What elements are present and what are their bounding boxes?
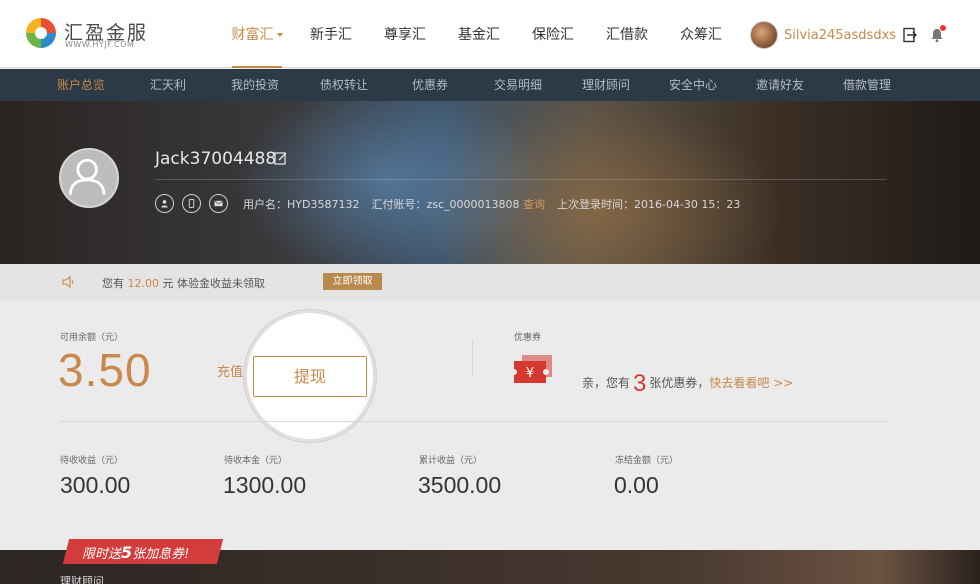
stat-label-pending-principal: 待收本金（元） — [224, 456, 288, 466]
account-info-line: 用户名：HYD3587132 汇付账号：zsc_0000013808 查询 上次登录… — [243, 196, 740, 212]
profile-banner: Jack37004488 用户名：HYD3587132 汇付账号：zsc_0000… — [0, 101, 980, 264]
coupon-label: 优惠券 — [514, 333, 542, 343]
phone-verified-icon[interactable] — [182, 194, 201, 213]
notice-amount: 12.00 — [127, 277, 160, 290]
balance-value: 3.50 — [58, 344, 152, 396]
stat-value-pending-income: 300.00 — [60, 472, 131, 498]
verification-icons — [155, 194, 228, 213]
section-divider — [60, 421, 890, 422]
account-value: zsc_0000013808 — [426, 198, 520, 211]
username-label: 用户名： — [243, 198, 287, 211]
promo-number: 5 — [121, 543, 133, 562]
notice-prefix: 您有 — [102, 277, 128, 290]
user-area: Silvia245asdsdxs — [750, 21, 947, 49]
logout-icon[interactable] — [902, 27, 918, 43]
username-link[interactable]: Silvia245asdsdxs — [784, 28, 896, 43]
notice-suffix: 元 体验金收益未领取 — [159, 277, 265, 290]
email-verified-icon[interactable] — [209, 194, 228, 213]
username-value: HYD3587132 — [287, 198, 360, 211]
stat-label-pending-income: 待收收益（元） — [60, 456, 124, 466]
nav-label: 新手汇 — [310, 27, 352, 43]
nav-item-newbie[interactable]: 新手汇 — [294, 0, 368, 68]
account-summary-panel: 可用余额（元） 3.50 充值 提现 优惠券 ¥ 亲，您有 3 张优惠券，快去看看吧… — [0, 300, 980, 550]
withdraw-button[interactable]: 提现 — [253, 356, 367, 397]
subnav-item-htl[interactable]: 汇天利 — [150, 69, 186, 101]
subnav-items: 汇天利 我的投资 债权转让 优惠券 交易明细 理财顾问 安全中心 邀请好友 借款… — [0, 69, 980, 101]
subnav-item-invite[interactable]: 邀请好友 — [756, 69, 804, 101]
promo-suffix: 张加息券! — [132, 547, 190, 562]
stat-value-frozen: 0.00 — [614, 472, 659, 498]
claim-now-button[interactable]: 立即领取 — [323, 273, 382, 290]
bell-icon[interactable] — [930, 25, 947, 43]
banner-divider — [155, 179, 887, 180]
balance-label: 可用余额（元） — [60, 333, 124, 343]
nav-label: 保险汇 — [532, 27, 574, 43]
phone-icon — [188, 199, 195, 208]
promo-prefix: 限时送 — [82, 547, 122, 562]
subnav-item-advisor[interactable]: 理财顾问 — [582, 69, 630, 101]
subnav-item-investments[interactable]: 我的投资 — [231, 69, 279, 101]
subnav-item-borrow[interactable]: 借款管理 — [843, 69, 891, 101]
brand-logo[interactable]: 汇盈金服 WWW.HYJF.COM — [24, 16, 154, 54]
coupon-ticket-icon[interactable]: ¥ — [512, 353, 554, 385]
subnav-item-debt-transfer[interactable]: 债权转让 — [320, 69, 368, 101]
nav-label: 尊享汇 — [384, 27, 426, 43]
nav-item-loan[interactable]: 汇借款 — [590, 0, 664, 68]
view-coupons-link[interactable]: 快去看看吧 >> — [709, 376, 793, 390]
last-login-value: 2016-04-30 15：23 — [634, 198, 741, 211]
coupon-message: 亲，您有 3 张优惠券，快去看看吧 >> — [582, 370, 793, 398]
subnav-item-security[interactable]: 安全中心 — [669, 69, 717, 101]
svg-text:¥: ¥ — [526, 366, 534, 381]
speaker-icon — [62, 276, 74, 288]
stat-value-total-income: 3500.00 — [418, 472, 502, 498]
advisor-section-label: 理财顾问 — [60, 575, 104, 584]
brand-name-en: WWW.HYJF.COM — [65, 40, 135, 49]
profile-display-name: Jack37004488 — [155, 149, 277, 169]
chevron-down-icon — [276, 33, 283, 37]
stat-label-total-income: 累计收益（元） — [419, 456, 483, 466]
person-icon — [161, 200, 168, 208]
coupon-suffix: 张优惠券， — [649, 376, 710, 390]
stat-label-frozen: 冻结金额（元） — [615, 456, 679, 466]
profile-avatar[interactable] — [59, 148, 119, 208]
identity-verified-icon[interactable] — [155, 194, 174, 213]
edit-icon[interactable] — [274, 151, 288, 165]
notification-dot — [940, 25, 947, 31]
nav-item-crowdfund[interactable]: 众筹汇 — [664, 0, 738, 68]
coupon-prefix: 亲，您有 — [582, 376, 631, 390]
main-nav: 财富汇 新手汇 尊享汇 基金汇 保险汇 汇借款 众筹汇 — [220, 0, 738, 68]
top-header: 汇盈金服 WWW.HYJF.COM 财富汇 新手汇 尊享汇 基金汇 保险汇 汇借… — [0, 0, 980, 68]
account-label: 汇付账号： — [371, 198, 427, 211]
nav-item-fund[interactable]: 基金汇 — [442, 0, 516, 68]
stat-value-pending-principal: 1300.00 — [223, 472, 307, 498]
nav-item-premium[interactable]: 尊享汇 — [368, 0, 442, 68]
user-silhouette-icon — [68, 158, 106, 195]
coupon-count: 3 — [633, 370, 647, 397]
subnav-item-coupons[interactable]: 优惠券 — [412, 69, 448, 101]
notice-bar: 您有 12.00 元 体验金收益未领取 立即领取 — [0, 264, 980, 300]
nav-label: 财富汇 — [231, 27, 274, 43]
last-login-label: 上次登录时间： — [557, 198, 634, 211]
nav-item-wealth[interactable]: 财富汇 — [220, 0, 294, 68]
nav-item-insurance[interactable]: 保险汇 — [516, 0, 590, 68]
nav-label: 基金汇 — [458, 27, 500, 43]
recharge-button[interactable]: 充值 — [217, 361, 243, 380]
notice-text: 您有 12.00 元 体验金收益未领取 — [102, 275, 265, 291]
envelope-icon — [214, 200, 223, 207]
promo-text[interactable]: 限时送5张加息券! — [82, 543, 189, 562]
logo-mark-icon — [26, 18, 56, 48]
nav-label: 汇借款 — [606, 27, 648, 43]
nav-label: 众筹汇 — [680, 27, 722, 43]
subnav-item-transactions[interactable]: 交易明细 — [494, 69, 542, 101]
vertical-divider — [472, 340, 473, 376]
avatar[interactable] — [750, 21, 778, 49]
query-link[interactable]: 查询 — [523, 198, 545, 211]
